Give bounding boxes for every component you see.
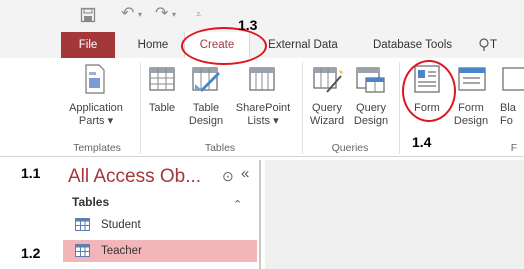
application-parts-button[interactable]: Application Parts ▾ — [60, 102, 132, 128]
table-design-icon — [192, 66, 220, 92]
group-label-tables: Tables — [204, 142, 236, 154]
nav-collapse-icon[interactable]: « — [241, 165, 249, 182]
table-icon — [75, 244, 90, 257]
form-design-label: Form — [458, 102, 484, 114]
query-wizard-button[interactable]: Query Wizard — [306, 102, 348, 128]
sharepoint-lists-label: SharePoint — [235, 102, 291, 114]
group-label-templates: Templates — [73, 142, 121, 154]
quick-access-toolbar: ↶ ▾ ↷ ▾ ⩡ — [0, 0, 524, 32]
nav-section-tables[interactable]: Tables — [72, 195, 109, 209]
navigation-pane-title[interactable]: All Access Ob... — [68, 165, 236, 189]
annotation-ellipse-form — [402, 60, 456, 122]
customize-qat-icon[interactable]: ⩡ — [196, 9, 201, 20]
sharepoint-lists-icon — [249, 66, 275, 92]
tab-home[interactable]: Home — [131, 32, 175, 58]
table-button[interactable]: Table — [146, 102, 178, 115]
form-design-button[interactable]: Form Design — [450, 102, 492, 128]
query-design-icon — [356, 64, 386, 94]
application-parts-label: Application — [69, 102, 123, 114]
form-design-label-2: Design — [453, 115, 489, 127]
undo-dropdown-icon[interactable]: ▾ — [138, 10, 142, 19]
blank-form-label-2: Fo — [500, 115, 513, 127]
undo-icon[interactable]: ↶ — [121, 6, 134, 22]
redo-dropdown-icon[interactable]: ▾ — [172, 10, 176, 19]
blank-form-icon — [502, 67, 524, 93]
group-label-forms: F — [510, 142, 518, 154]
nav-item-label: Student — [101, 219, 141, 231]
annotation-label-1-4: 1.4 — [412, 134, 432, 150]
table-design-label: Table — [192, 102, 220, 114]
sharepoint-lists-label-2: Lists ▾ — [247, 115, 279, 127]
list-item-selected[interactable]: Teacher — [63, 240, 257, 262]
query-wizard-label: Query — [312, 102, 342, 114]
list-item[interactable]: Student — [63, 214, 257, 236]
annotation-label-1-2: 1.2 — [21, 245, 41, 261]
save-icon[interactable] — [80, 7, 96, 23]
query-wizard-label-2: Wizard — [309, 115, 345, 127]
tab-external-data[interactable]: External Data — [262, 32, 344, 58]
table-icon — [75, 218, 90, 231]
application-parts-icon — [84, 64, 106, 94]
blank-form-label: Bla — [500, 102, 516, 114]
form-design-icon — [458, 67, 486, 93]
document-area — [265, 160, 524, 269]
blank-form-button[interactable]: Bla Fo — [500, 102, 524, 128]
application-parts-label-2: Parts ▾ — [78, 115, 114, 127]
query-design-label-2: Design — [353, 115, 389, 127]
nav-dropdown-icon[interactable]: ⊙ — [222, 168, 234, 185]
redo-icon[interactable]: ↷ — [155, 6, 168, 22]
table-design-button[interactable]: Table Design — [183, 102, 229, 128]
annotation-label-1-3: 1.3 — [238, 17, 258, 33]
query-wizard-icon — [313, 64, 343, 94]
lightbulb-icon[interactable] — [478, 38, 490, 52]
query-design-label: Query — [356, 102, 386, 114]
tab-file[interactable]: File — [61, 32, 115, 58]
tab-tell-me[interactable]: T — [490, 32, 504, 58]
group-separator — [140, 62, 141, 154]
group-separator — [399, 62, 400, 154]
sharepoint-lists-button[interactable]: SharePoint Lists ▾ — [230, 102, 296, 128]
nav-item-label: Teacher — [101, 245, 142, 257]
annotation-label-1-1: 1.1 — [21, 165, 41, 181]
group-label-queries: Queries — [331, 142, 369, 154]
group-separator — [302, 62, 303, 154]
section-collapse-icon[interactable]: ⌃ — [233, 198, 242, 211]
table-icon — [149, 66, 175, 92]
table-design-label-2: Design — [188, 115, 224, 127]
tab-database-tools[interactable]: Database Tools — [365, 32, 460, 58]
query-design-button[interactable]: Query Design — [349, 102, 393, 128]
